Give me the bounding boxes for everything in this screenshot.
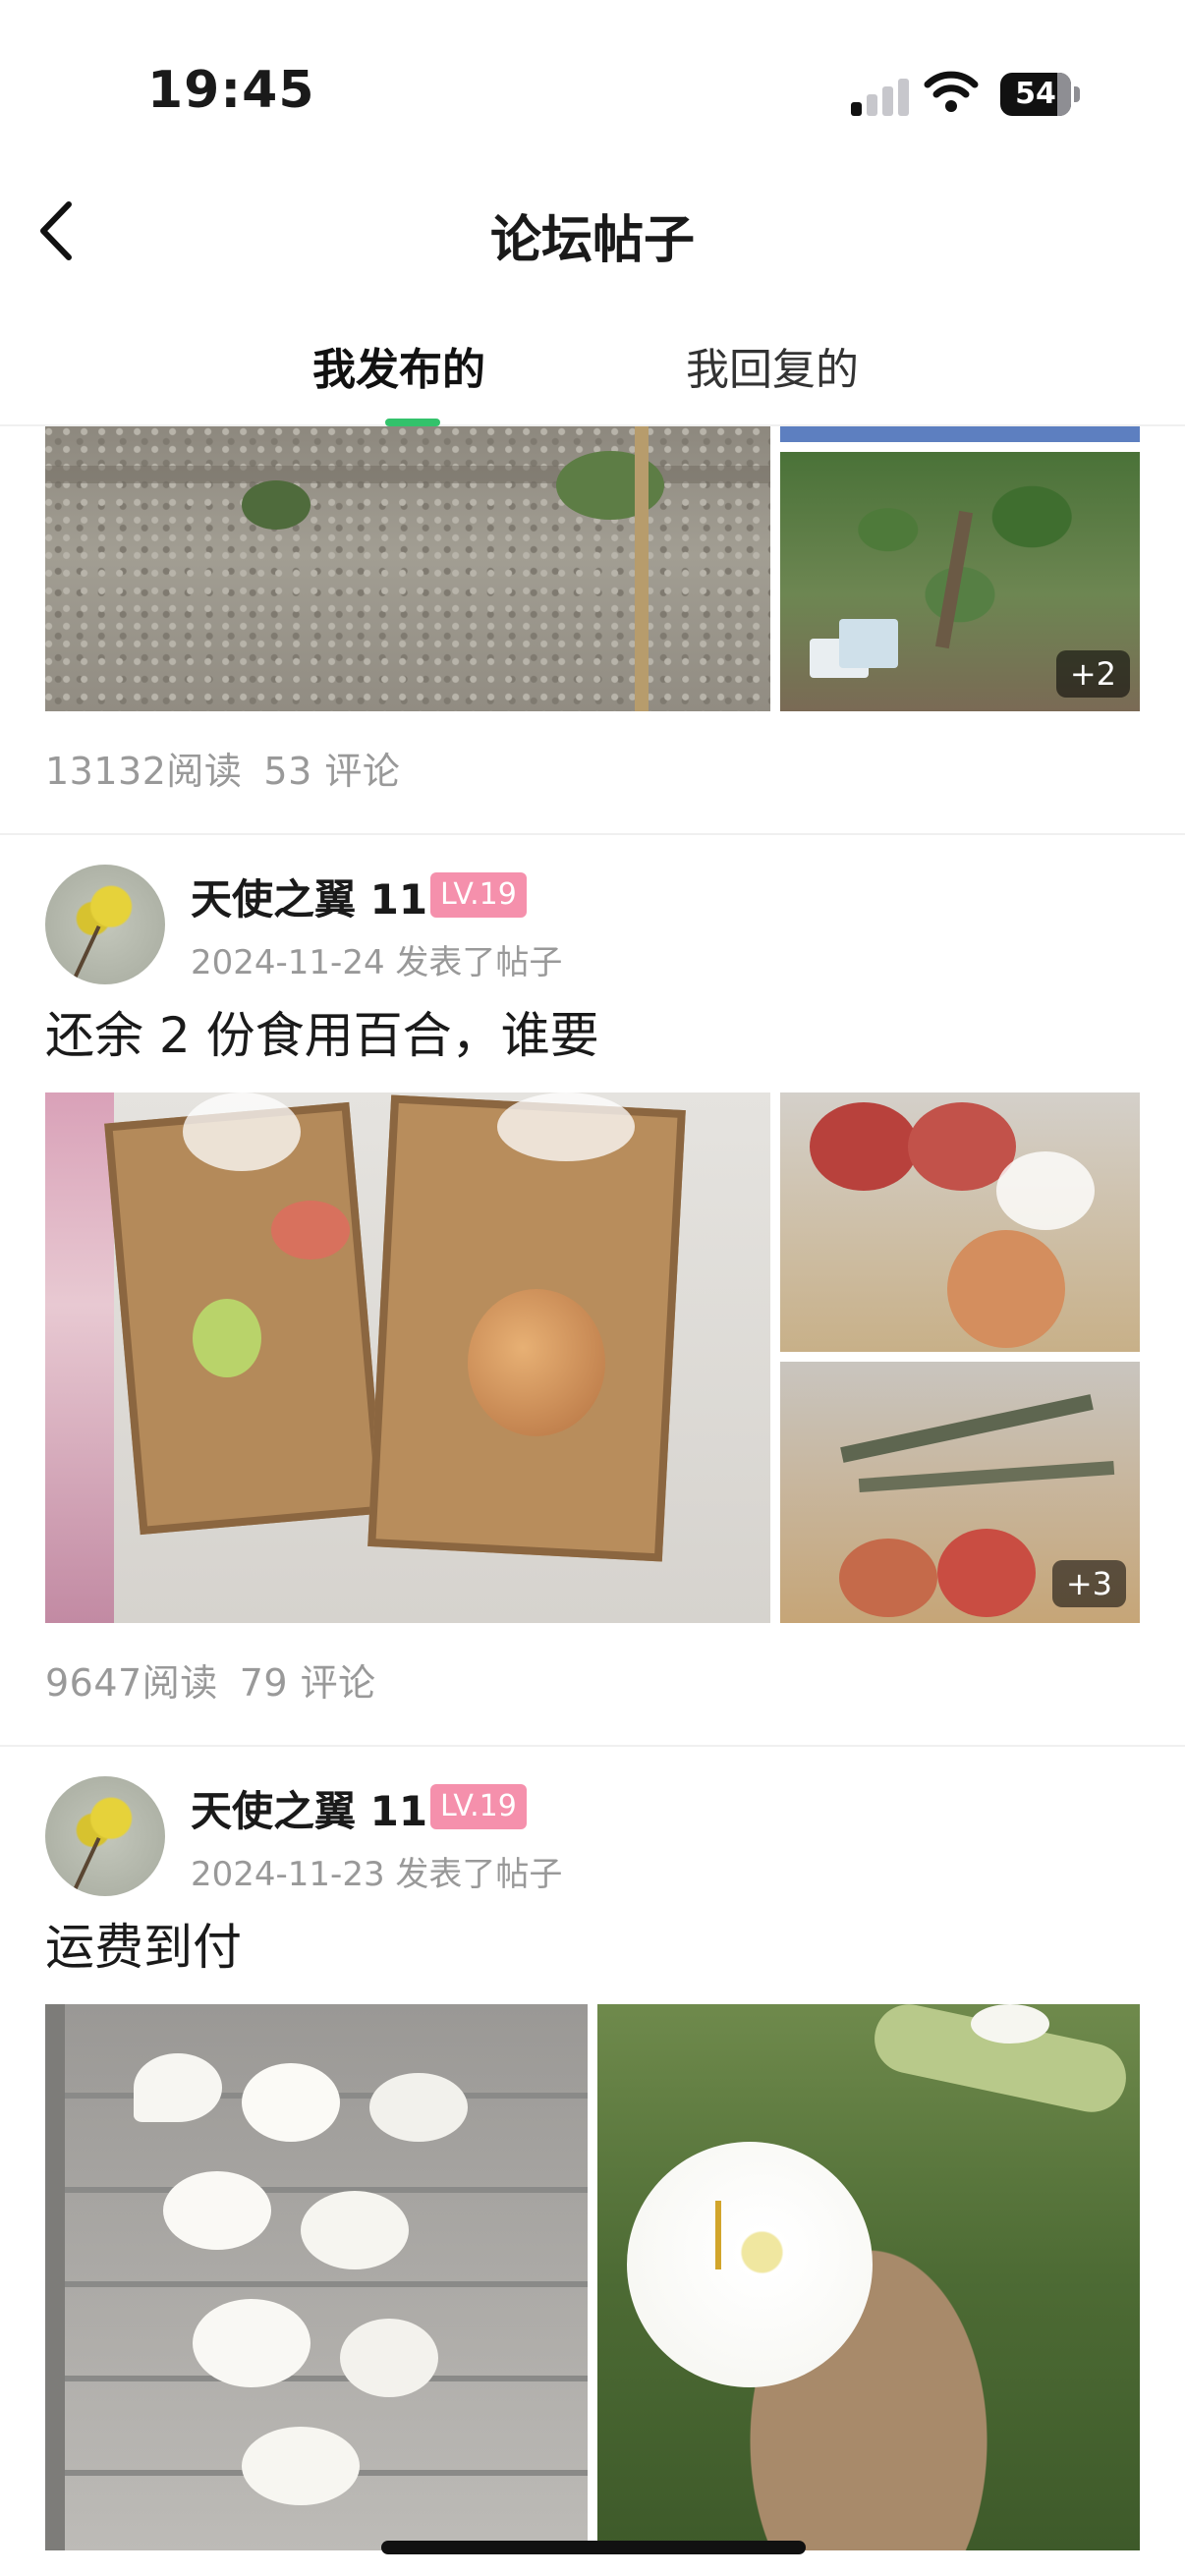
comment-count: 79 评论 [239, 1661, 376, 1705]
post-image-fig-tree[interactable]: +2 [780, 452, 1140, 711]
tab-my-replies[interactable]: 我回复的 [686, 334, 859, 397]
post-divider [0, 1745, 1185, 1747]
post-feed[interactable]: +2 13132阅读 53 评论 天使之翼 11 LV.19 2024-11-24… [0, 426, 1185, 2576]
more-images-badge: +3 [1051, 1560, 1126, 1607]
post-stats: 13132阅读 53 评论 [45, 741, 400, 795]
nav-bar: 论坛帖子 [0, 177, 1185, 285]
post-image-drying-rack-lilies[interactable] [45, 2004, 588, 2550]
post-image-blue-strip[interactable] [780, 426, 1140, 442]
page-title: 论坛帖子 [489, 211, 695, 270]
author-name[interactable]: 天使之翼 11 [191, 867, 427, 926]
post-title[interactable]: 运费到付 [45, 1908, 242, 1979]
post-date: 2024-11-23 发表了帖子 [191, 1855, 563, 1894]
read-count: 9647阅读 [45, 1661, 218, 1705]
post-image-lily-flower[interactable] [597, 2004, 1140, 2550]
read-count: 13132阅读 [45, 750, 243, 793]
more-images-badge: +2 [1055, 650, 1130, 698]
comment-count: 53 评论 [263, 750, 401, 793]
post-image-apples[interactable] [780, 1092, 1140, 1352]
status-bar: 19:45 54 [0, 0, 1185, 177]
battery-level: 54 [1015, 77, 1056, 111]
post-image-branches[interactable]: +3 [780, 1362, 1140, 1623]
post-title[interactable]: 还余 2 份食用百合，谁要 [45, 996, 599, 1067]
author-name[interactable]: 天使之翼 11 [191, 1778, 427, 1838]
status-time: 19:45 [147, 61, 315, 120]
battery-icon: 54 [1000, 73, 1080, 116]
level-badge: LV.19 [430, 872, 527, 918]
post-date: 2024-11-24 发表了帖子 [191, 943, 563, 982]
post-image-boxes[interactable] [45, 1092, 770, 1623]
home-indicator [381, 2541, 806, 2554]
tab-bar: 我发布的 我回复的 [0, 295, 1185, 426]
level-badge: LV.19 [430, 1784, 527, 1829]
wifi-icon [924, 71, 979, 112]
post-image-garden-soil[interactable] [45, 426, 770, 711]
post-stats: 9647阅读 79 评论 [45, 1652, 376, 1707]
tab-my-posts[interactable]: 我发布的 [312, 334, 485, 397]
active-tab-indicator [385, 419, 440, 426]
cellular-signal-icon [851, 77, 910, 116]
avatar[interactable] [45, 865, 165, 984]
avatar[interactable] [45, 1776, 165, 1896]
post-divider [0, 833, 1185, 835]
